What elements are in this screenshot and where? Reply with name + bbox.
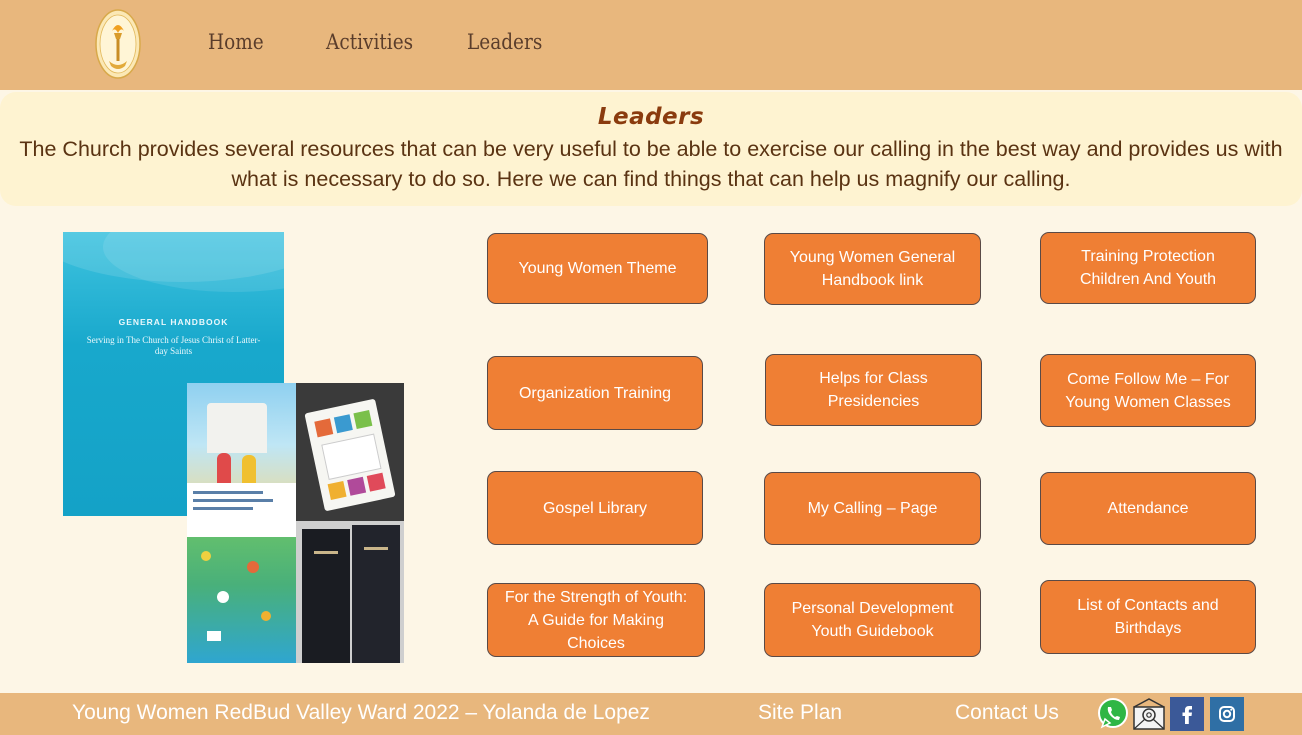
scriptures-books-image <box>296 521 404 663</box>
attendance-button[interactable]: Attendance <box>1040 472 1256 545</box>
come-follow-me-button[interactable]: Come Follow Me – For Young Women Classes <box>1040 354 1256 427</box>
youth-guidebook-cover <box>187 521 296 663</box>
site-plan-link[interactable]: Site Plan <box>758 701 842 725</box>
contact-us-link[interactable]: Contact Us <box>955 701 1059 725</box>
intro-paragraph: The Church provides several resources th… <box>19 137 1283 191</box>
nav-activities[interactable]: Activities <box>326 30 413 54</box>
nav-home[interactable]: Home <box>208 30 264 54</box>
torch-emblem-icon <box>95 9 141 79</box>
young-women-handbook-button[interactable]: Young Women General Handbook link <box>764 233 981 305</box>
my-calling-page-button[interactable]: My Calling – Page <box>764 472 981 545</box>
organization-training-button[interactable]: Organization Training <box>487 356 703 430</box>
handbook-title: GENERAL HANDBOOK <box>118 317 229 327</box>
ward-logo[interactable] <box>95 9 141 79</box>
class-presidencies-helps-button[interactable]: Helps for Class Presidencies <box>765 354 982 426</box>
training-protection-button[interactable]: Training Protection Children And Youth <box>1040 232 1256 304</box>
email-icon[interactable] <box>1132 697 1166 731</box>
strength-of-youth-button[interactable]: For the Strength of Youth: A Guide for M… <box>487 583 705 657</box>
come-follow-me-cover <box>187 383 296 521</box>
page-title: Leaders <box>597 104 705 130</box>
top-navigation-bar <box>0 0 1302 90</box>
for-the-strength-of-youth-cover <box>296 383 404 521</box>
footer-credit: Young Women RedBud Valley Ward 2022 – Yo… <box>72 701 650 724</box>
handbook-subtitle: Serving in The Church of Jesus Christ of… <box>86 335 261 356</box>
whatsapp-icon[interactable] <box>1096 697 1130 731</box>
gospel-library-button[interactable]: Gospel Library <box>487 471 703 545</box>
contacts-birthdays-button[interactable]: List of Contacts and Birthdays <box>1040 580 1256 654</box>
resources-collage-image <box>187 383 404 663</box>
young-women-theme-button[interactable]: Young Women Theme <box>487 233 708 304</box>
facebook-icon[interactable] <box>1170 697 1204 731</box>
instagram-icon[interactable] <box>1210 697 1244 731</box>
youth-guidebook-button[interactable]: Personal Development Youth Guidebook <box>764 583 981 657</box>
nav-leaders[interactable]: Leaders <box>467 30 542 54</box>
